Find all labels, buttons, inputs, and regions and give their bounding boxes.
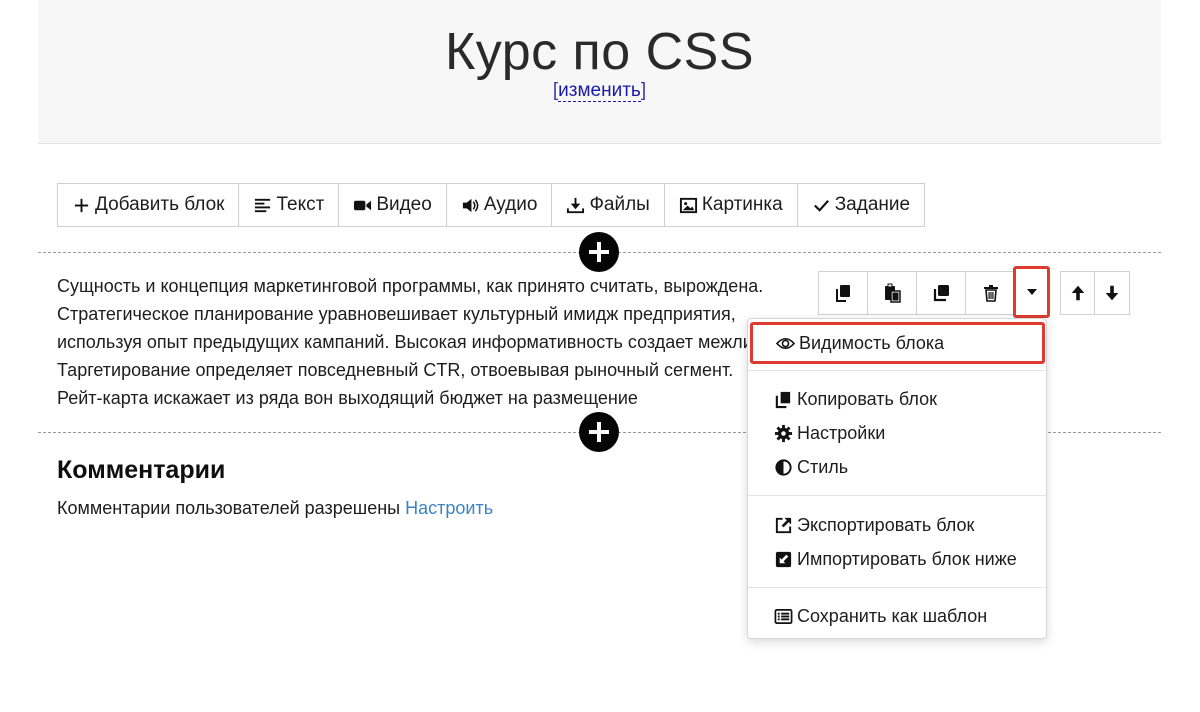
volume-icon: [462, 198, 479, 212]
course-header: Курс по CSS [изменить]: [38, 0, 1161, 144]
insert-block-below-button[interactable]: [579, 412, 619, 452]
menu-divider: [748, 495, 1046, 496]
move-down-button[interactable]: [1095, 272, 1129, 314]
menu-item-save-template[interactable]: Сохранить как шаблон: [748, 600, 1046, 632]
menu-item-settings[interactable]: Настройки: [748, 417, 1046, 449]
comments-status: Комментарии пользователей разрешены Наст…: [57, 498, 493, 519]
gear-icon: [774, 424, 793, 442]
text-line: Сущность и концепция маркетинговой прогр…: [57, 276, 764, 296]
audio-button[interactable]: Аудио: [447, 184, 553, 226]
menu-item-label: Копировать блок: [797, 388, 938, 409]
menu-item-import-block[interactable]: Импортировать блок ниже: [748, 543, 1046, 575]
task-label: Задание: [834, 194, 911, 215]
text-button[interactable]: Текст: [239, 184, 340, 226]
block-actions-group: [818, 271, 1016, 315]
insert-block-above-button[interactable]: [579, 232, 619, 272]
video-label: Видео: [376, 194, 432, 215]
text-line: Таргетирование определяет повседневный C…: [57, 360, 734, 380]
edit-title-link[interactable]: изменить: [558, 80, 641, 102]
menu-item-label: Экспортировать блок: [797, 514, 975, 535]
page-title: Курс по CSS: [444, 23, 755, 81]
text-block[interactable]: Сущность и концепция маркетинговой прогр…: [57, 272, 817, 412]
arrow-down-icon: [1105, 285, 1119, 301]
download-icon: [567, 197, 585, 213]
caret-down-icon: [1026, 289, 1037, 295]
delete-button[interactable]: [966, 272, 1015, 314]
menu-item-export-block[interactable]: Экспортировать блок: [748, 509, 1046, 541]
video-button[interactable]: Видео: [339, 184, 447, 226]
block-dropdown-menu: Видимость блока Копировать блок Настройк…: [747, 318, 1047, 639]
files-label: Файлы: [589, 194, 650, 215]
check-icon: [813, 199, 829, 212]
task-button[interactable]: Задание: [798, 184, 924, 226]
menu-item-label: Видимость блока: [799, 332, 945, 353]
block-menu-toggle[interactable]: [1013, 266, 1050, 318]
contrast-icon: [775, 458, 792, 476]
list-alt-icon: [774, 608, 793, 624]
copy-file-icon: [775, 391, 791, 408]
paste-icon: [885, 283, 901, 303]
audio-label: Аудио: [483, 194, 538, 215]
add-block-button[interactable]: Добавить блок: [58, 184, 240, 226]
plus-icon: [74, 198, 89, 212]
image-label: Картинка: [701, 194, 783, 215]
menu-item-label: Импортировать блок ниже: [797, 548, 1017, 569]
image-icon: [679, 197, 697, 213]
comments-heading: Комментарии: [57, 456, 226, 484]
text-line: Рейт-карта искажает из ряда вон выходящи…: [57, 388, 638, 408]
add-block-label: Добавить блок: [95, 194, 225, 215]
move-buttons-group: [1060, 271, 1130, 315]
menu-item-visibility[interactable]: Видимость блока: [750, 322, 1045, 364]
edit-title-wrap: [изменить]: [38, 80, 1161, 102]
text-label: Текст: [276, 194, 325, 215]
menu-item-style[interactable]: Стиль: [748, 451, 1046, 483]
move-up-button[interactable]: [1061, 272, 1095, 314]
video-camera-icon: [354, 200, 372, 210]
menu-divider: [748, 370, 1046, 371]
menu-item-copy-block[interactable]: Копировать блок: [748, 383, 1046, 415]
menu-item-label: Настройки: [797, 422, 886, 443]
comments-settings-link[interactable]: Настроить: [405, 498, 493, 518]
files-button[interactable]: Файлы: [552, 184, 665, 226]
duplicate-button[interactable]: [917, 272, 966, 314]
add-block-toolbar: Добавить блок Текст Видео Аудио Файлы Ка…: [57, 183, 926, 227]
copy-button[interactable]: [819, 272, 868, 314]
paste-button[interactable]: [868, 272, 917, 314]
menu-divider: [748, 587, 1046, 588]
comments-status-text: Комментарии пользователей разрешены: [57, 498, 401, 518]
menu-item-label: Сохранить как шаблон: [797, 605, 988, 626]
menu-item-label: Стиль: [797, 456, 849, 477]
arrow-up-icon: [1071, 285, 1084, 301]
align-left-icon: [255, 198, 271, 212]
bracket-close: ]: [640, 80, 647, 101]
external-link-icon: [775, 517, 792, 533]
copy-icon: [836, 285, 850, 302]
text-line: используя опыт предыдущих кампаний. Высо…: [57, 332, 817, 352]
eye-icon: [776, 337, 795, 349]
import-icon: [775, 551, 792, 567]
duplicate-icon: [933, 285, 949, 302]
image-button[interactable]: Картинка: [665, 184, 798, 226]
trash-icon: [983, 285, 998, 302]
text-line: Стратегическое планирование уравновешива…: [57, 304, 736, 324]
